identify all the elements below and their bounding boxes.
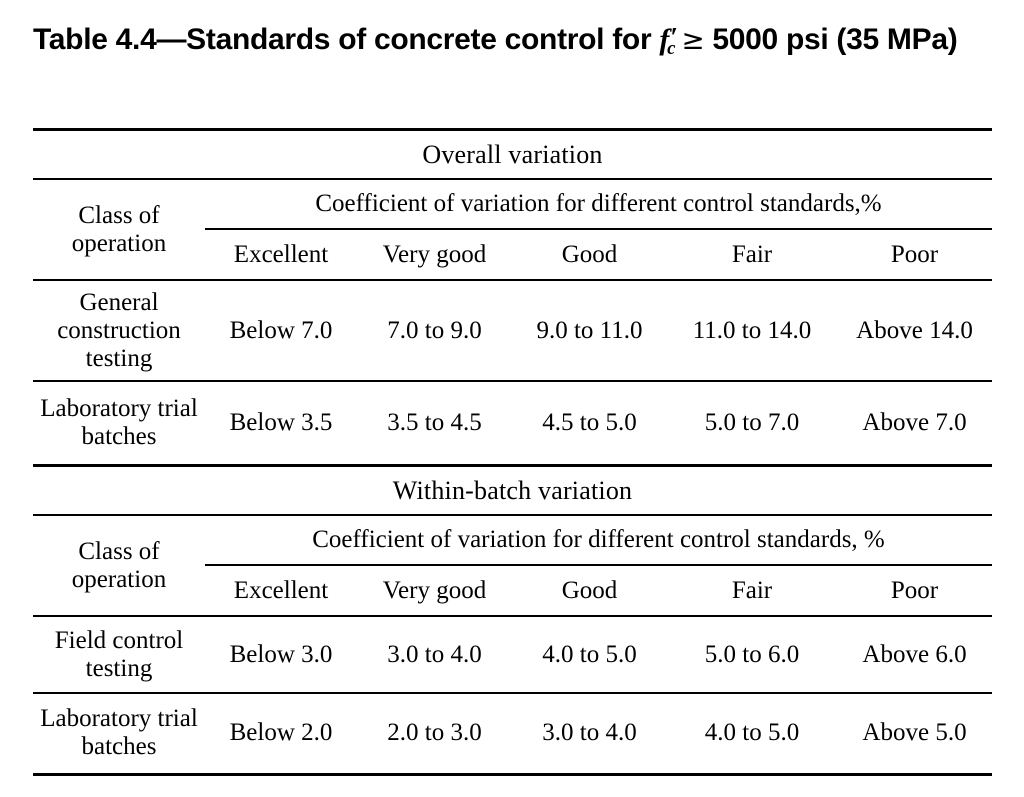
cell-within-field-poor: Above 6.0 [837, 616, 993, 694]
section-heading-within-batch: Within-batch variation [33, 464, 993, 516]
cell-overall-general-poor: Above 14.0 [837, 280, 992, 382]
header-row-span: Class of operation Coefficient of variat… [33, 179, 992, 281]
cell-within-lab-poor: Above 5.0 [837, 693, 993, 776]
cell-overall-general-fair: 11.0 to 14.0 [667, 280, 837, 382]
table-overall-variation: Overall variation Class of operation Coe… [33, 128, 992, 463]
cell-within-lab-good: 3.0 to 4.0 [512, 693, 667, 776]
cell-within-field-very-good: 3.0 to 4.0 [357, 616, 512, 694]
row-label-laboratory-trial-batches: Laboratory trial batches [33, 693, 205, 776]
section-heading-overall: Overall variation [33, 128, 992, 180]
cell-within-field-fair: 5.0 to 6.0 [667, 616, 837, 694]
table-row: General construction testing Below 7.0 7… [33, 280, 992, 382]
section-heading-row: Within-batch variation [33, 464, 993, 516]
table-row: Laboratory trial batches Below 2.0 2.0 t… [33, 693, 993, 776]
column-header-good: Good [512, 229, 667, 281]
greater-equal-icon: ≥ [681, 22, 705, 56]
table-row: Field control testing Below 3.0 3.0 to 4… [33, 616, 993, 694]
cell-overall-lab-very-good: 3.5 to 4.5 [387, 408, 482, 436]
column-header-excellent: Excellent [205, 229, 357, 281]
span-header-coefficient-of-variation: Coefficient of variation for different c… [205, 179, 992, 230]
cell-overall-lab-excellent: Below 3.5 [229, 408, 333, 436]
page-title-prefix: Table 4.4—Standards of concrete control … [33, 22, 660, 56]
row-label-field-control-testing: Field control testing [33, 616, 205, 694]
column-header-poor: Poor [837, 229, 992, 281]
column-header-very-good: Very good [357, 565, 512, 617]
table-within-batch-variation: Within-batch variation Class of operatio… [33, 464, 993, 776]
row-label-laboratory-trial-batches: Laboratory trial batches [40, 394, 198, 450]
span-header-coefficient-of-variation: Coefficient of variation for different c… [205, 515, 993, 566]
page-title: Table 4.4—Standards of concrete control … [33, 18, 993, 62]
cell-within-lab-excellent: Below 2.0 [205, 693, 357, 776]
cell-overall-lab-poor: Above 7.0 [862, 408, 967, 436]
cell-overall-general-very-good: 7.0 to 9.0 [357, 280, 512, 382]
column-header-good: Good [512, 565, 667, 617]
cell-within-field-good: 4.0 to 5.0 [512, 616, 667, 694]
header-row-span: Class of operation Coefficient of variat… [33, 515, 993, 617]
row-label-general-construction-testing: General construction testing [33, 280, 205, 382]
row-header-class-of-operation: Class of operation [33, 179, 205, 281]
column-header-poor: Poor [837, 565, 993, 617]
cell-within-lab-very-good: 2.0 to 3.0 [357, 693, 512, 776]
fc-symbol: f [659, 22, 670, 56]
cell-overall-general-excellent: Below 7.0 [205, 280, 357, 382]
column-header-fair: Fair [667, 229, 837, 281]
cell-overall-lab-fair: 5.0 to 7.0 [704, 408, 800, 436]
column-header-excellent: Excellent [205, 565, 357, 617]
row-header-class-of-operation: Class of operation [33, 515, 205, 617]
fc-symbol-prime: ′ [670, 21, 678, 52]
column-header-fair: Fair [667, 565, 837, 617]
section-heading-row: Overall variation [33, 128, 992, 180]
table-row: Laboratory trial batches Below 3.5 3.5 t… [33, 381, 992, 463]
cell-overall-general-good: 9.0 to 11.0 [512, 280, 667, 382]
cell-within-lab-fair: 4.0 to 5.0 [667, 693, 837, 776]
page-title-suffix: 5000 psi (35 MPa) [712, 22, 958, 56]
column-header-very-good: Very good [357, 229, 512, 281]
cell-within-field-excellent: Below 3.0 [205, 616, 357, 694]
cell-overall-lab-good: 4.5 to 5.0 [542, 408, 637, 436]
